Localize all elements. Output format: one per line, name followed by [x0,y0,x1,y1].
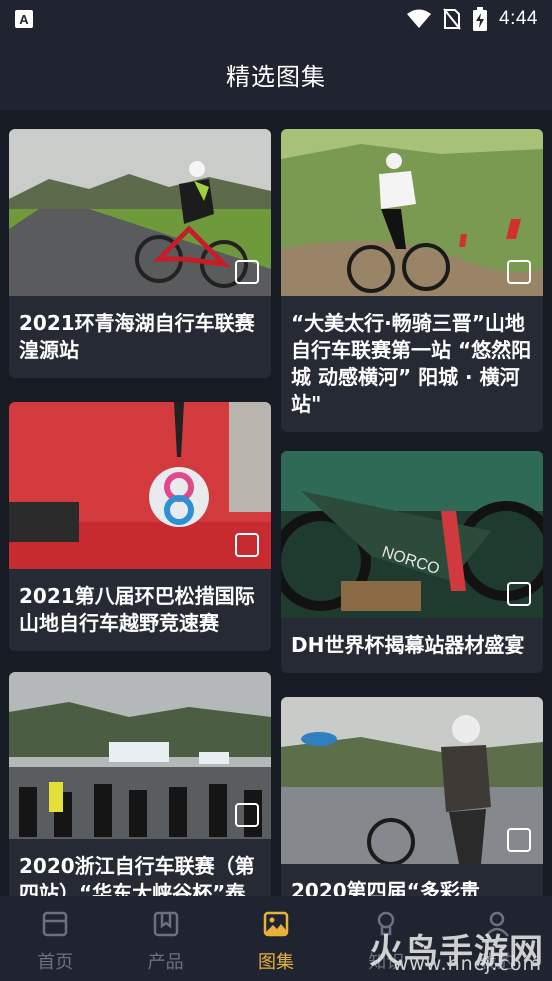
image-icon [263,911,289,937]
gallery-icon [507,260,531,284]
card-title: 2020浙江自行车联赛（第四站）“华东大峡谷杯”泰 [19,854,255,896]
tab-label: 首页 [37,952,74,973]
cycling-road-photo [9,129,271,296]
dh-bike-photo: NORCO [281,451,543,618]
gallery-card-image[interactable] [281,129,543,296]
page-title: 精选图集 [226,62,326,91]
tab-products[interactable]: 产品 [110,896,220,981]
gallery-card-image[interactable] [281,697,543,864]
gallery-card-image[interactable]: NORCO [281,451,543,618]
card-title: 2020第四届“多彩贵 [291,879,480,896]
rider-rain-photo [281,697,543,864]
status-bar: A 4:44 [0,0,552,38]
tab-gallery[interactable]: 图集 [221,896,331,981]
gallery-card[interactable]: 2020浙江自行车联赛（第四站）“华东大峡谷杯”泰 [9,672,271,896]
card-title: 2021环青海湖自行车联赛湟源站 [19,311,255,362]
card-title: “大美太行·畅骑三晋”山地自行车联赛第一站 “悠然阳城 动感横河” 阳城 · 横… [291,311,532,416]
bookmark-icon [153,911,178,937]
race-crowd-photo [9,672,271,839]
no-sim-icon [443,8,461,30]
gallery-card[interactable]: 2021环青海湖自行车联赛湟源站 [9,129,271,378]
gallery-card-image[interactable] [9,402,271,569]
gallery-card-image[interactable] [9,672,271,839]
gallery-icon [507,582,531,606]
tab-home[interactable]: 首页 [0,896,110,981]
status-time: 4:44 [499,8,538,29]
gallery-card[interactable]: NORCO DH世界杯揭幕站器材盛宴 [281,451,543,673]
gallery-icon [235,533,259,557]
gallery-card[interactable]: “大美太行·畅骑三晋”山地自行车联赛第一站 “悠然阳城 动感横河” 阳城 · 横… [281,129,543,432]
gallery-icon [235,260,259,284]
medal-stage-photo [9,402,271,569]
tab-label: 图集 [258,952,295,973]
gallery-icon [235,803,259,827]
app-bar: 精选图集 [0,38,552,110]
site-watermark: 火鸟手游网 www.hncj.com [369,924,544,975]
gallery-card[interactable]: 2021第八届环巴松措国际山地自行车越野竞速赛 [9,402,271,651]
mountain-bike-trail-photo [281,129,543,296]
card-title: 2021第八届环巴松措国际山地自行车越野竞速赛 [19,584,255,635]
notification-a-icon: A [15,10,33,28]
home-icon [42,911,68,937]
bottom-tab-bar: 首页 产品 图集 知识 我的 火鸟手游网 www.hncj.com [0,896,552,981]
gallery-card[interactable]: 2020第四届“多彩贵 [281,697,543,896]
svg-text:A: A [19,12,29,27]
tab-label: 产品 [147,952,184,973]
battery-charging-icon [473,7,488,31]
gallery-grid[interactable]: 2021环青海湖自行车联赛湟源站 “大美太行·畅骑三晋”山地自行车联赛第一站 “… [0,110,552,896]
wifi-icon [407,9,432,28]
gallery-icon [507,828,531,852]
card-title: DH世界杯揭幕站器材盛宴 [291,633,525,657]
gallery-card-image[interactable] [9,129,271,296]
watermark-url: www.hncj.com [392,953,542,975]
